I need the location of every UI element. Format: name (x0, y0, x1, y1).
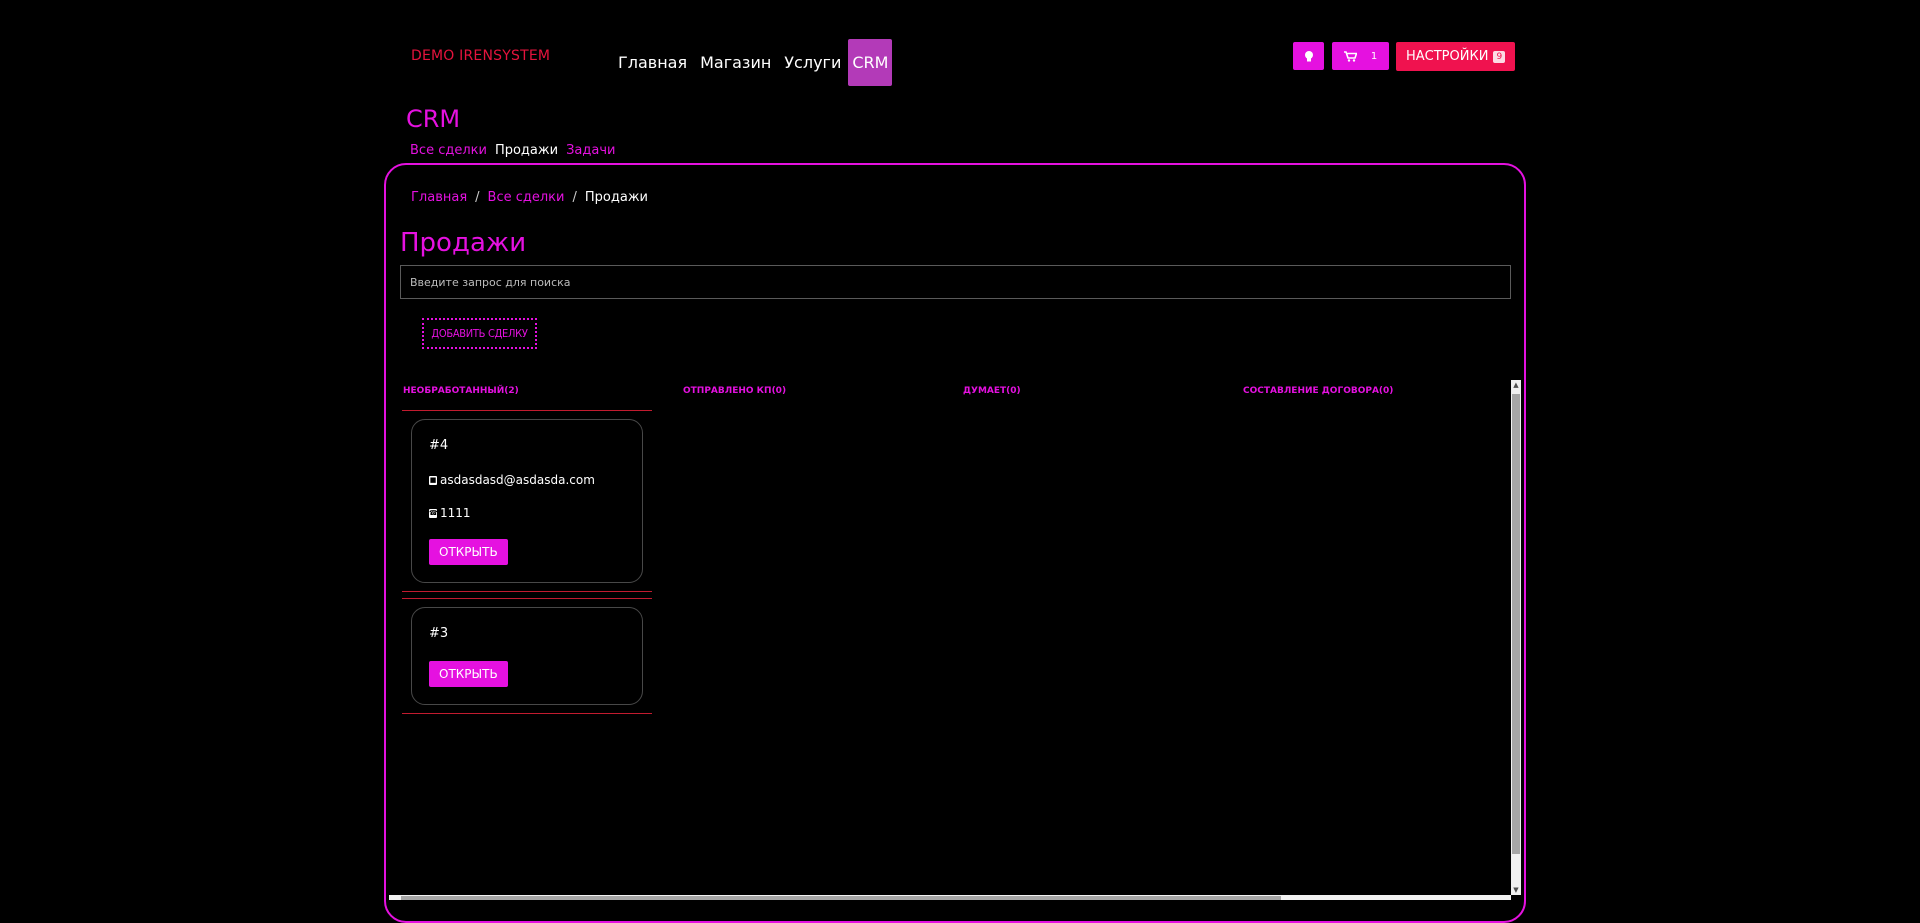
bulb-button[interactable] (1293, 42, 1324, 70)
page-title: Продажи (400, 228, 527, 258)
horizontal-scrollbar[interactable] (389, 895, 1511, 900)
vertical-scrollbar[interactable]: ▲ ▼ (1511, 380, 1521, 895)
main-nav: Главная Магазин Услуги CRM (612, 39, 893, 86)
cart-count: 1 (1370, 50, 1378, 62)
settings-badge: 9 (1493, 50, 1506, 63)
scroll-down-icon[interactable]: ▼ (1511, 885, 1521, 895)
deal-phone: 1111 (440, 506, 471, 520)
kanban-column-unprocessed: НЕОБРАБОТАННЫЙ(2) #4 ■ asdasdasd@asdasda… (400, 380, 654, 714)
cart-icon (1343, 50, 1357, 62)
bulb-icon (1304, 50, 1313, 61)
deal-id: #3 (429, 626, 449, 641)
brand-logo[interactable]: DEMO IRENSYSTEM (411, 48, 550, 64)
column-header: НЕОБРАБОТАННЫЙ(2) (403, 386, 519, 396)
subnav-all-deals[interactable]: Все сделки (410, 143, 487, 158)
scrollbar-thumb[interactable] (401, 896, 1281, 900)
kanban-column-contract: СОСТАВЛЕНИЕ ДОГОВОРА(0) (1240, 380, 1494, 410)
search-input[interactable] (400, 265, 1511, 299)
nav-item-crm[interactable]: CRM (848, 39, 893, 86)
column-header: СОСТАВЛЕНИЕ ДОГОВОРА(0) (1243, 386, 1394, 396)
subnav-tasks[interactable]: Задачи (566, 143, 615, 158)
deal-card: #4 ■ asdasdasd@asdasda.com ☎ 1111 ОТКРЫТ… (411, 419, 643, 583)
deal-email-row: ■ asdasdasd@asdasda.com (429, 473, 625, 487)
settings-button[interactable]: НАСТРОЙКИ 9 (1396, 42, 1516, 71)
breadcrumb-all-deals[interactable]: Все сделки (488, 190, 565, 205)
cart-button[interactable]: 1 (1332, 42, 1389, 70)
deal-card-wrapper: #4 ■ asdasdasd@asdasda.com ☎ 1111 ОТКРЫТ… (402, 411, 652, 592)
breadcrumb: Главная / Все сделки / Продажи (411, 190, 648, 205)
settings-label: НАСТРОЙКИ (1406, 49, 1489, 64)
kanban-board: НЕОБРАБОТАННЫЙ(2) #4 ■ asdasdasd@asdasda… (400, 380, 1511, 900)
deal-card-wrapper: #3 ОТКРЫТЬ (402, 599, 652, 714)
breadcrumb-separator: / (572, 190, 577, 205)
open-deal-button[interactable]: ОТКРЫТЬ (429, 661, 508, 687)
kanban-column-thinking: ДУМАЕТ(0) (960, 380, 1214, 410)
scrollbar-thumb[interactable] (1512, 394, 1520, 854)
breadcrumb-home[interactable]: Главная (411, 190, 467, 205)
deal-email: asdasdasd@asdasda.com (440, 473, 595, 487)
nav-item-services[interactable]: Услуги (778, 39, 847, 86)
sub-nav: Все сделки Продажи Задачи (410, 143, 615, 158)
column-header: ДУМАЕТ(0) (963, 386, 1021, 396)
kanban-column-proposal-sent: ОТПРАВЛЕНО КП(0) (680, 380, 934, 410)
column-header: ОТПРАВЛЕНО КП(0) (683, 386, 787, 396)
add-deal-button[interactable]: ДОБАВИТЬ СДЕЛКУ (422, 318, 537, 349)
deal-id: #4 (429, 438, 449, 453)
top-actions: 1 НАСТРОЙКИ 9 (1293, 42, 1516, 71)
subnav-sales[interactable]: Продажи (495, 143, 558, 158)
section-title: CRM (406, 105, 461, 133)
scroll-up-icon[interactable]: ▲ (1511, 380, 1521, 390)
phone-icon: ☎ (429, 508, 438, 518)
breadcrumb-separator: / (475, 190, 480, 205)
user-icon: ■ (429, 475, 437, 485)
open-deal-button[interactable]: ОТКРЫТЬ (429, 539, 508, 565)
deal-card: #3 ОТКРЫТЬ (411, 607, 643, 705)
deal-phone-row: ☎ 1111 (429, 506, 625, 520)
nav-item-home[interactable]: Главная (612, 39, 693, 86)
breadcrumb-current: Продажи (584, 190, 648, 205)
nav-item-shop[interactable]: Магазин (694, 39, 777, 86)
